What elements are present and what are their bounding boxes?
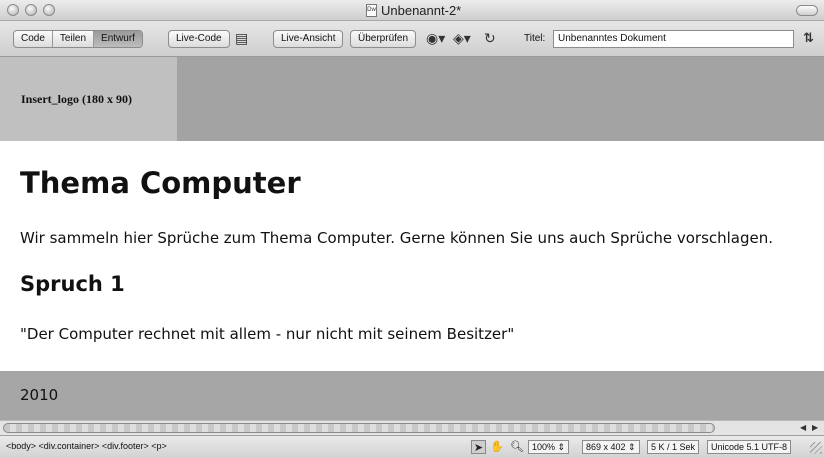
select-tool-icon[interactable]: ➤	[471, 440, 486, 454]
quote-heading[interactable]: Spruch 1	[20, 272, 125, 296]
resize-handle[interactable]	[810, 442, 822, 454]
horizontal-scrollbar[interactable]: ◀ ▶	[0, 420, 824, 435]
window-size-select[interactable]: 869 x 402 ⇕	[582, 440, 640, 454]
window-size-value: 869 x 402	[586, 442, 626, 452]
zoom-value: 100%	[532, 442, 556, 452]
status-bar: <body> <div.container> <div.footer> <p> …	[0, 435, 824, 458]
live-view-button[interactable]: Live-Ansicht	[273, 30, 344, 48]
scroll-left-icon[interactable]: ◀	[800, 423, 806, 432]
live-code-button[interactable]: Live-Code	[168, 30, 230, 48]
scroll-right-icon[interactable]: ▶	[812, 423, 818, 432]
window-title-text: Unbenannt-2*	[381, 3, 462, 18]
hand-tool-icon[interactable]: ✋	[490, 440, 504, 453]
zoom-tool-icon[interactable]: 🔍︎	[510, 440, 524, 453]
logo-placeholder-text: Insert_logo (180 x 90)	[21, 91, 132, 106]
encoding-info: Unicode 5.1 UTF-8	[707, 440, 792, 454]
zoom-select[interactable]: 100% ⇕	[528, 440, 570, 454]
logo-placeholder[interactable]: Insert_logo (180 x 90)	[0, 57, 177, 141]
minimize-window-button[interactable]	[25, 4, 37, 16]
check-button[interactable]: Überprüfen	[350, 30, 417, 48]
window-title: Dw Unbenannt-2*	[366, 3, 461, 18]
design-view-button[interactable]: Entwurf	[93, 31, 142, 47]
split-view-button[interactable]: Teilen	[51, 31, 93, 47]
view-mode-segmented-control: Code Teilen Entwurf	[13, 30, 143, 48]
footer-year[interactable]: 2010	[20, 386, 58, 404]
title-label: Titel:	[524, 33, 546, 44]
page-header: Insert_logo (180 x 90)	[0, 57, 824, 141]
document-toolbar: Code Teilen Entwurf Live-Code ▤ Live-Ans…	[0, 21, 824, 57]
file-management-icon[interactable]: ▤	[235, 31, 248, 47]
visual-aids-icon[interactable]: ◈▾	[453, 31, 471, 47]
file-size-info: 5 K / 1 Sek	[647, 440, 700, 454]
code-view-button[interactable]: Code	[14, 31, 52, 47]
file-transfer-icon[interactable]: ⇅	[803, 31, 814, 46]
tag-selector[interactable]: <body> <div.container> <div.footer> <p>	[6, 441, 167, 451]
document-title-input[interactable]: Unbenanntes Dokument	[553, 30, 794, 48]
document-icon: Dw	[366, 4, 377, 17]
quote-paragraph[interactable]: "Der Computer rechnet mit allem - nur ni…	[20, 325, 514, 343]
page-heading[interactable]: Thema Computer	[20, 166, 301, 200]
toolbar-toggle-button[interactable]	[796, 5, 818, 16]
title-bar: Dw Unbenannt-2*	[0, 0, 824, 21]
intro-paragraph[interactable]: Wir sammeln hier Sprüche zum Thema Compu…	[20, 229, 773, 247]
refresh-icon[interactable]: ↻	[484, 31, 496, 47]
close-window-button[interactable]	[7, 4, 19, 16]
zoom-window-button[interactable]	[43, 4, 55, 16]
scrollbar-thumb[interactable]	[3, 423, 715, 433]
page-footer: 2010	[0, 371, 824, 420]
browser-preview-icon[interactable]: ◉▾	[426, 31, 445, 47]
